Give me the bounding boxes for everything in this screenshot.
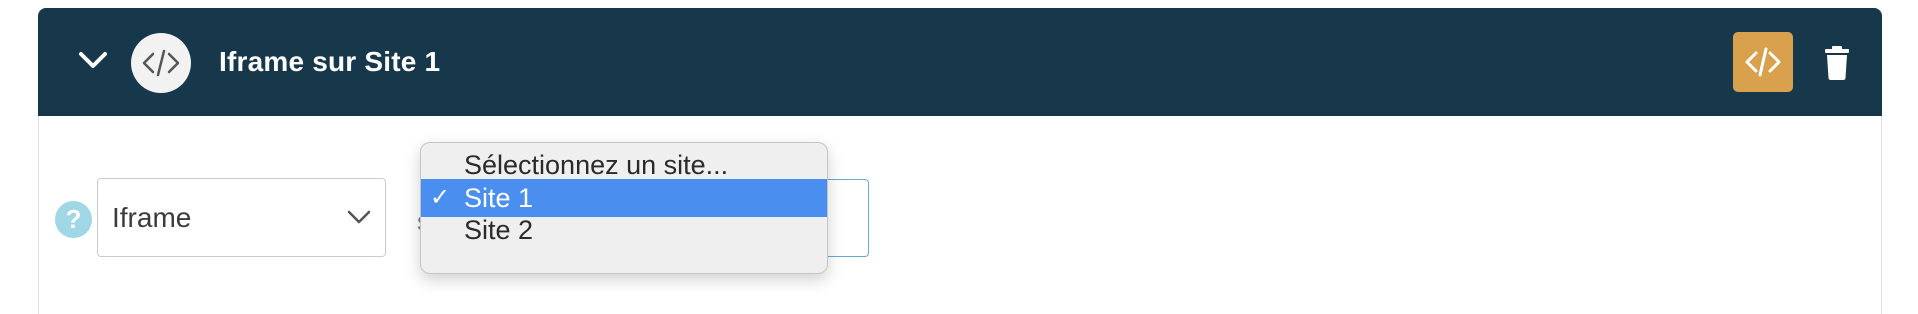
help-icon[interactable]: ? [55, 201, 92, 238]
panel-header: Iframe sur Site 1 [38, 8, 1882, 116]
collapse-toggle[interactable] [75, 43, 111, 79]
embed-code-button[interactable] [1733, 32, 1793, 92]
chevron-down-icon [347, 210, 371, 224]
iframe-block-panel: Iframe sur Site 1 ? Iframe sur [38, 8, 1882, 314]
option-label: Site 2 [464, 215, 534, 245]
type-select-value: Iframe [112, 202, 192, 233]
delete-button[interactable] [1818, 43, 1856, 81]
chevron-down-icon [79, 52, 107, 68]
site-dropdown-menu: Sélectionnez un site... ✓ Site 1 Site 2 [420, 142, 828, 274]
type-select[interactable]: Iframe [97, 178, 386, 257]
code-icon [1745, 47, 1781, 77]
code-icon [142, 49, 180, 77]
block-type-icon [131, 33, 191, 93]
trash-icon [1825, 46, 1849, 80]
block-title: Iframe sur Site 1 [219, 46, 441, 77]
option-site-2[interactable]: Site 2 [421, 211, 827, 249]
